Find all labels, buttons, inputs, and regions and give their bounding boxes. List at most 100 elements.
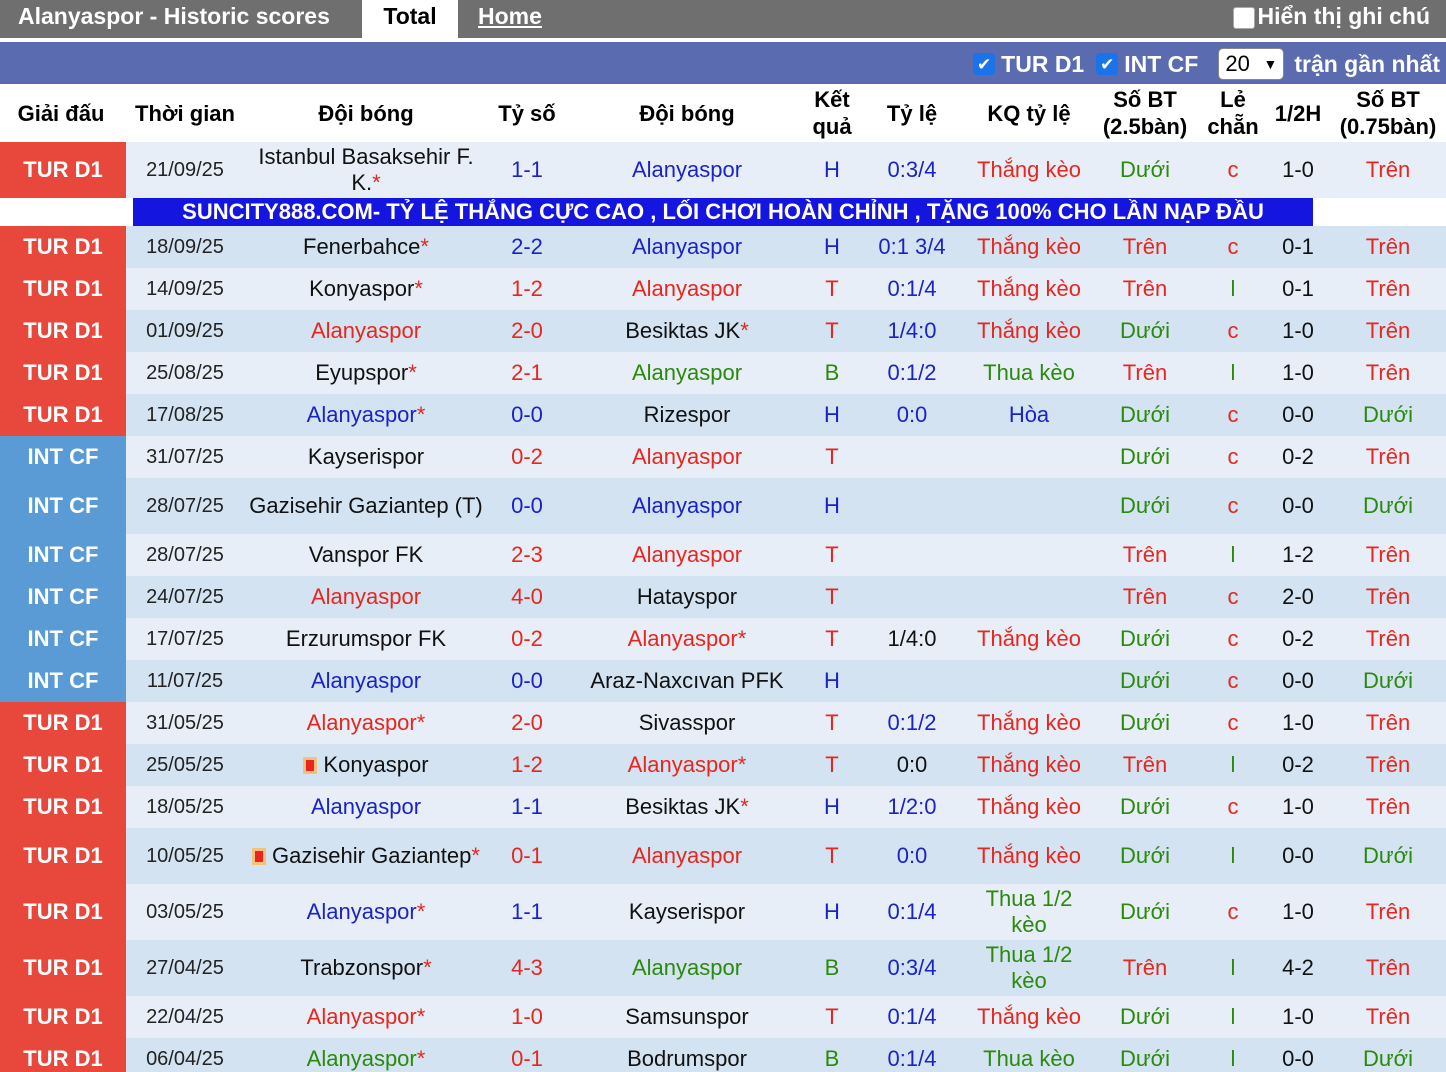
home-team[interactable]: Istanbul Basaksehir F. K. xyxy=(258,144,473,195)
away-team-cell[interactable]: Alanyaspor xyxy=(566,534,808,576)
table-row[interactable]: TUR D1 17/08/25 Alanyaspor* 0-0 Rizespor H 0:0… xyxy=(0,394,1446,436)
score-cell[interactable]: 2-0 xyxy=(488,310,566,352)
home-team-cell[interactable]: Gazisehir Gaziantep* xyxy=(244,828,488,884)
away-team[interactable]: Kayserispor xyxy=(629,899,745,924)
league1-checkbox[interactable]: ✔ xyxy=(973,53,996,75)
away-team-cell[interactable]: Alanyaspor xyxy=(566,142,808,198)
away-team-cell[interactable]: Alanyaspor* xyxy=(566,618,808,660)
table-row[interactable]: TUR D1 01/09/25 Alanyaspor 2-0 Besiktas JK* T… xyxy=(0,310,1446,352)
table-row[interactable]: TUR D1 18/09/25 Fenerbahce* 2-2 Alanyaspor H 0… xyxy=(0,226,1446,268)
home-team[interactable]: Vanspor FK xyxy=(309,542,424,567)
away-team[interactable]: Alanyaspor xyxy=(632,234,742,259)
score-cell[interactable]: 2-3 xyxy=(488,534,566,576)
home-team-cell[interactable]: Eyupspor* xyxy=(244,352,488,394)
home-team-cell[interactable]: Kayserispor xyxy=(244,436,488,478)
league-cell[interactable]: TUR D1 xyxy=(0,142,126,198)
league-cell[interactable]: TUR D1 xyxy=(0,786,126,828)
away-team[interactable]: Alanyaspor xyxy=(632,360,742,385)
home-team[interactable]: Trabzonspor xyxy=(300,955,423,980)
home-team-cell[interactable]: Konyaspor xyxy=(244,744,488,786)
match-count-select[interactable]: 20 ▼ xyxy=(1218,48,1285,80)
table-row[interactable]: TUR D1 22/04/25 Alanyaspor* 1-0 Samsunspor T 0… xyxy=(0,996,1446,1038)
table-row[interactable]: TUR D1 06/04/25 Alanyaspor* 0-1 Bodrumspor B 0… xyxy=(0,1038,1446,1072)
league-cell[interactable]: INT CF xyxy=(0,618,126,660)
league-cell[interactable]: INT CF xyxy=(0,436,126,478)
league-cell[interactable]: TUR D1 xyxy=(0,828,126,884)
table-row[interactable]: INT CF 17/07/25 Erzurumspor FK 0-2 Alanyaspo… xyxy=(0,618,1446,660)
home-team-cell[interactable]: Alanyaspor* xyxy=(244,1038,488,1072)
home-team-cell[interactable]: Alanyaspor xyxy=(244,660,488,702)
away-team-cell[interactable]: Bodrumspor xyxy=(566,1038,808,1072)
score-cell[interactable]: 0-0 xyxy=(488,660,566,702)
league-cell[interactable]: INT CF xyxy=(0,576,126,618)
table-row[interactable]: TUR D1 25/05/25 Konyaspor 1-2 Alanyaspor* T 0:… xyxy=(0,744,1446,786)
score-cell[interactable]: 2-1 xyxy=(488,352,566,394)
away-team-cell[interactable]: Alanyaspor xyxy=(566,268,808,310)
home-team[interactable]: Eyupspor xyxy=(315,360,408,385)
tab-home[interactable]: Home xyxy=(478,3,542,30)
away-team[interactable]: Rizespor xyxy=(644,402,731,427)
home-team[interactable]: Kayserispor xyxy=(308,444,424,469)
home-team[interactable]: Erzurumspor FK xyxy=(286,626,446,651)
home-team[interactable]: Alanyaspor xyxy=(307,899,417,924)
away-team[interactable]: Besiktas JK xyxy=(625,318,740,343)
table-row[interactable]: INT CF 28/07/25 Gazisehir Gaziantep (T) 0-0… xyxy=(0,478,1446,534)
away-team[interactable]: Alanyaspor xyxy=(628,626,738,651)
home-team[interactable]: Alanyaspor xyxy=(311,584,421,609)
away-team[interactable]: Alanyaspor xyxy=(632,157,742,182)
score-cell[interactable]: 0-1 xyxy=(488,1038,566,1072)
home-team[interactable]: Konyaspor xyxy=(309,276,414,301)
home-team-cell[interactable]: Alanyaspor* xyxy=(244,394,488,436)
away-team-cell[interactable]: Rizespor xyxy=(566,394,808,436)
table-row[interactable]: TUR D1 18/05/25 Alanyaspor 1-1 Besiktas JK* H… xyxy=(0,786,1446,828)
score-cell[interactable]: 1-2 xyxy=(488,744,566,786)
league-cell[interactable]: TUR D1 xyxy=(0,940,126,996)
away-team-cell[interactable]: Kayserispor xyxy=(566,884,808,940)
league-cell[interactable]: TUR D1 xyxy=(0,394,126,436)
table-row[interactable]: TUR D1 31/05/25 Alanyaspor* 2-0 Sivasspor T 0:… xyxy=(0,702,1446,744)
league-cell[interactable]: TUR D1 xyxy=(0,744,126,786)
score-cell[interactable]: 1-1 xyxy=(488,884,566,940)
away-team[interactable]: Sivasspor xyxy=(639,710,736,735)
away-team[interactable]: Besiktas JK xyxy=(625,794,740,819)
league-cell[interactable]: INT CF xyxy=(0,534,126,576)
league-cell[interactable]: INT CF xyxy=(0,478,126,534)
away-team[interactable]: Alanyaspor xyxy=(632,955,742,980)
league-cell[interactable]: INT CF xyxy=(0,660,126,702)
away-team-cell[interactable]: Alanyaspor* xyxy=(566,744,808,786)
away-team[interactable]: Alanyaspor xyxy=(632,276,742,301)
table-row[interactable]: INT CF 28/07/25 Vanspor FK 2-3 Alanyaspor T Tr… xyxy=(0,534,1446,576)
home-team-cell[interactable]: Alanyaspor xyxy=(244,576,488,618)
away-team-cell[interactable]: Sivasspor xyxy=(566,702,808,744)
away-team[interactable]: Araz-Naxcıvan PFK xyxy=(590,668,783,693)
home-team-cell[interactable]: Trabzonspor* xyxy=(244,940,488,996)
away-team[interactable]: Hatayspor xyxy=(637,584,737,609)
home-team[interactable]: Alanyaspor xyxy=(311,794,421,819)
home-team-cell[interactable]: Erzurumspor FK xyxy=(244,618,488,660)
home-team[interactable]: Alanyaspor xyxy=(307,1004,417,1029)
league-cell[interactable]: TUR D1 xyxy=(0,996,126,1038)
league-cell[interactable]: TUR D1 xyxy=(0,226,126,268)
away-team-cell[interactable]: Besiktas JK* xyxy=(566,310,808,352)
table-row[interactable]: INT CF 24/07/25 Alanyaspor 4-0 Hatayspor T Trê… xyxy=(0,576,1446,618)
away-team-cell[interactable]: Alanyaspor xyxy=(566,436,808,478)
league-cell[interactable]: TUR D1 xyxy=(0,310,126,352)
home-team-cell[interactable]: Vanspor FK xyxy=(244,534,488,576)
away-team-cell[interactable]: Alanyaspor xyxy=(566,352,808,394)
score-cell[interactable]: 2-2 xyxy=(488,226,566,268)
home-team-cell[interactable]: Alanyaspor xyxy=(244,786,488,828)
show-notes-toggle[interactable]: Hiển thị ghi chú xyxy=(1232,3,1430,30)
ad-banner-text[interactable]: SUNCITY888.COM- TỶ LỆ THẮNG CỰC CAO , LỐ… xyxy=(133,198,1313,226)
home-team-cell[interactable]: Alanyaspor xyxy=(244,310,488,352)
league-cell[interactable]: TUR D1 xyxy=(0,268,126,310)
home-team-cell[interactable]: Gazisehir Gaziantep (T) xyxy=(244,478,488,534)
away-team[interactable]: Alanyaspor xyxy=(632,542,742,567)
home-team-cell[interactable]: Fenerbahce* xyxy=(244,226,488,268)
table-row[interactable]: TUR D1 10/05/25 Gazisehir Gaziantep* 0-1 Ala… xyxy=(0,828,1446,884)
score-cell[interactable]: 0-0 xyxy=(488,394,566,436)
away-team[interactable]: Bodrumspor xyxy=(627,1046,747,1071)
away-team-cell[interactable]: Hatayspor xyxy=(566,576,808,618)
home-team[interactable]: Konyaspor xyxy=(323,752,428,777)
score-cell[interactable]: 2-0 xyxy=(488,702,566,744)
away-team-cell[interactable]: Araz-Naxcıvan PFK xyxy=(566,660,808,702)
